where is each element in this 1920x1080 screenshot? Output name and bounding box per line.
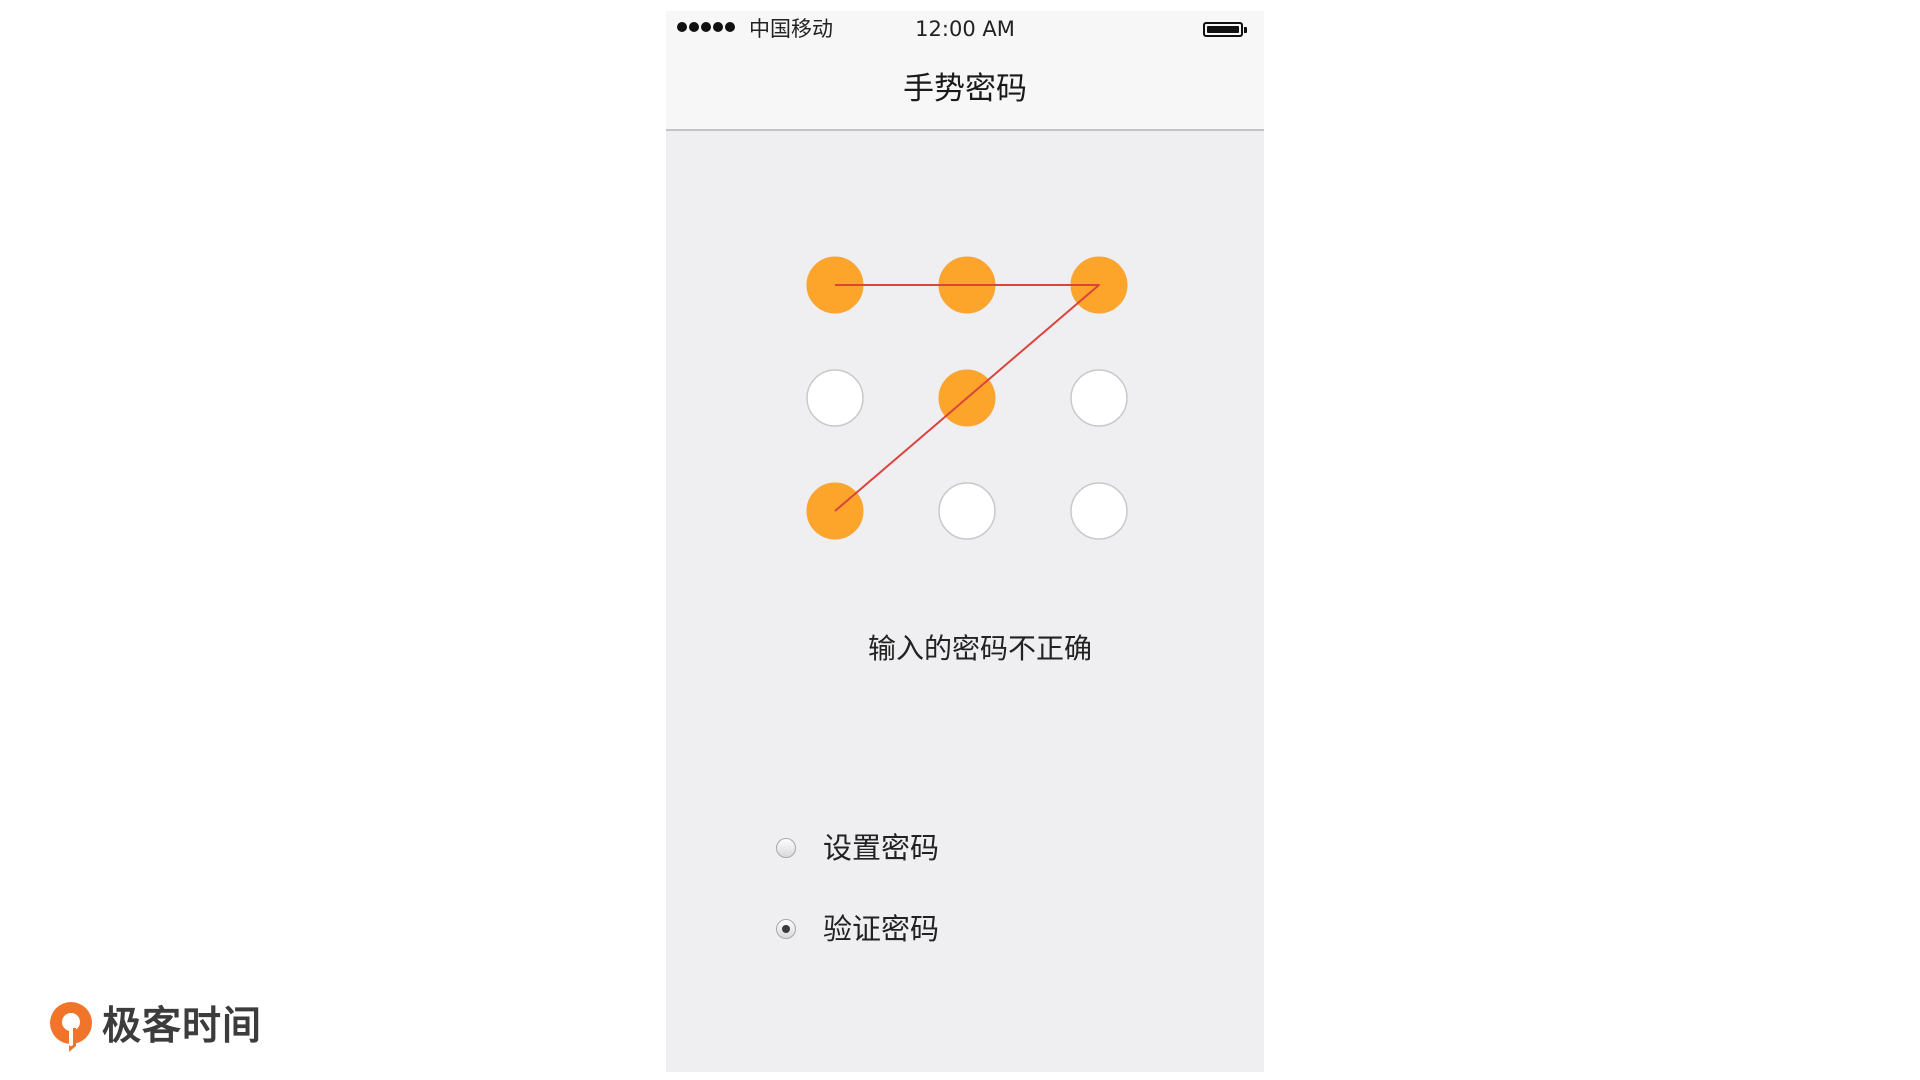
pattern-node-8[interactable] bbox=[938, 482, 996, 540]
radio-button[interactable] bbox=[776, 919, 796, 939]
slide: 中国移动 12:00 AM 手势密码 输入的密码不正确 设置密码 验证密码 极客… bbox=[0, 0, 1920, 1080]
radio-selected-dot bbox=[782, 925, 790, 933]
mode-option-set-password[interactable]: 设置密码 bbox=[776, 828, 939, 868]
pattern-node-6[interactable] bbox=[1070, 369, 1128, 427]
error-message: 输入的密码不正确 bbox=[867, 632, 1092, 665]
brand-name: 极客时间 bbox=[102, 1004, 263, 1049]
pattern-node-4[interactable] bbox=[806, 369, 864, 427]
pattern-path-line bbox=[834, 284, 1100, 512]
phone-screen: 中国移动 12:00 AM 手势密码 输入的密码不正确 设置密码 验证密码 bbox=[666, 11, 1264, 1072]
geektime-logo-icon bbox=[50, 1002, 92, 1052]
mode-option-verify-password[interactable]: 验证密码 bbox=[776, 909, 939, 949]
mode-option-label: 设置密码 bbox=[823, 831, 940, 865]
mode-option-label: 验证密码 bbox=[823, 912, 940, 946]
pattern-lock[interactable] bbox=[666, 11, 1264, 1072]
brand-logo: 极客时间 bbox=[48, 1000, 262, 1054]
radio-button[interactable] bbox=[776, 838, 796, 858]
pattern-node-9[interactable] bbox=[1070, 482, 1128, 540]
